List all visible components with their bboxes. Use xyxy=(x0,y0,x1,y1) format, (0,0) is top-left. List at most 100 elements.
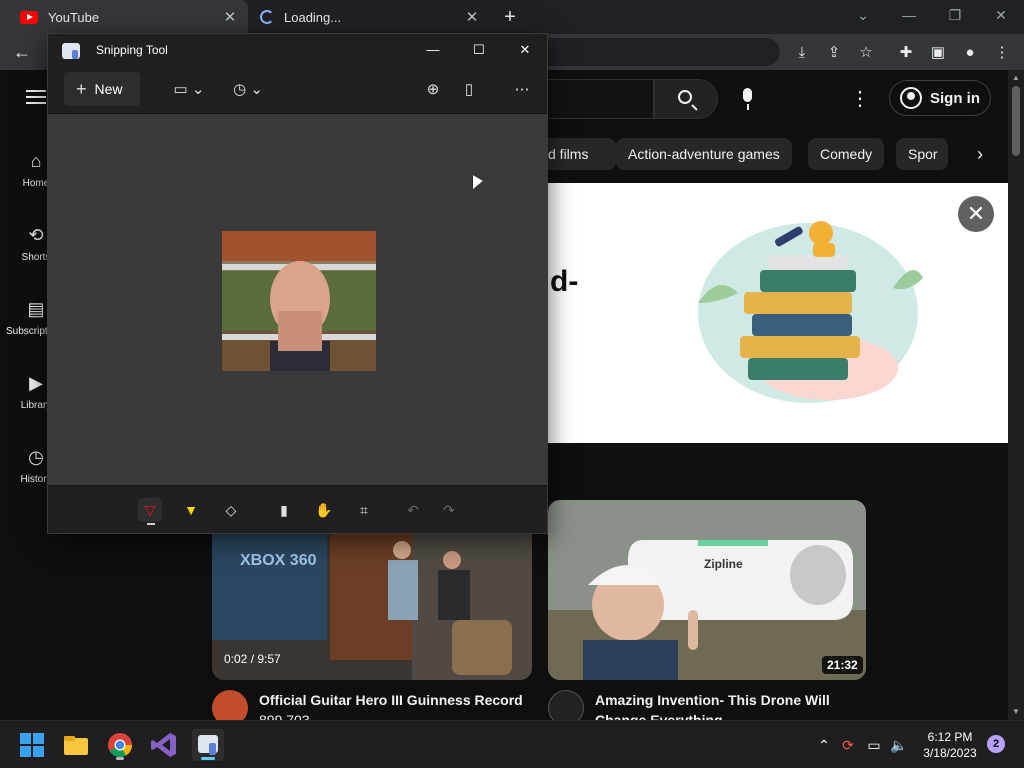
video-title[interactable]: Official Guitar Hero III Guinness Record xyxy=(259,690,523,710)
visual-studio-icon[interactable] xyxy=(148,729,180,761)
captured-snip-image xyxy=(222,231,376,371)
new-tab-button[interactable]: + xyxy=(497,4,523,30)
minimize-icon[interactable]: — xyxy=(886,0,932,30)
snipping-tool-window: Snipping Tool — ☐ ✕ + New ▭ ⌄ ◷ ⌄ ⊕ ▯ ⋯ xyxy=(47,33,548,534)
minimize-icon[interactable]: — xyxy=(410,34,456,66)
close-icon[interactable]: ✕ xyxy=(460,8,484,26)
redo-icon[interactable]: ↷ xyxy=(437,498,461,522)
youtube-logo-icon xyxy=(20,10,38,24)
duration-badge: 21:32 xyxy=(822,656,863,674)
chevron-down-icon xyxy=(147,522,155,525)
video-thumbnail-image xyxy=(548,500,866,680)
history-icon: ◷ xyxy=(28,447,44,467)
playback-time: 0:02 / 9:57 xyxy=(224,652,281,666)
chevron-up-icon[interactable]: ⌃ xyxy=(814,735,834,755)
search-button[interactable] xyxy=(654,79,718,119)
crop-icon[interactable]: ⌗ xyxy=(352,498,376,522)
snip-canvas xyxy=(48,114,547,485)
new-snip-button[interactable]: + New xyxy=(64,72,140,106)
clock-date: 3/18/2023 xyxy=(923,746,977,760)
chip-sports[interactable]: Spor xyxy=(896,138,948,170)
system-clock[interactable]: 6:12 PM 3/18/2023 xyxy=(916,729,984,761)
search-icon xyxy=(678,90,692,104)
visual-studio-logo-icon xyxy=(151,733,176,757)
clock-time: 6:12 PM xyxy=(927,730,973,744)
account-icon xyxy=(900,87,922,109)
voice-search-mic-icon[interactable] xyxy=(728,79,768,119)
snipping-tool-icon[interactable] xyxy=(192,729,224,761)
file-explorer-icon[interactable] xyxy=(60,729,92,761)
thumbnail-text: XBOX 360 xyxy=(240,552,317,569)
undo-icon[interactable]: ↶ xyxy=(401,498,425,522)
tab-loading[interactable]: Loading... ✕ xyxy=(250,0,490,34)
close-banner-button[interactable]: ✕ xyxy=(958,196,994,232)
loading-spinner-icon xyxy=(260,10,274,24)
video-meta: Change Everything xyxy=(595,712,723,720)
ballpoint-pen-icon[interactable]: ▽ xyxy=(138,498,162,522)
chip-action-adventure-games[interactable]: Action-adventure games xyxy=(616,138,792,170)
display-icon[interactable]: ▭ xyxy=(864,735,884,755)
guide-menu-icon[interactable] xyxy=(26,90,46,104)
copy-icon[interactable]: ▯ xyxy=(457,77,481,103)
address-bar[interactable] xyxy=(540,38,780,66)
books-illustration xyxy=(698,221,923,403)
ruler-icon[interactable]: ▮ xyxy=(272,498,296,522)
delay-timer-icon[interactable]: ◷ ⌄ xyxy=(228,77,268,103)
close-window-icon[interactable]: ✕ xyxy=(502,34,548,66)
sign-in-button[interactable]: Sign in xyxy=(889,80,991,116)
browser-tab-bar: YouTube ✕ Loading... ✕ + ⌄ — ❐ ✕ xyxy=(0,0,1024,34)
shorts-icon: ⟲ xyxy=(28,225,44,245)
home-icon: ⌂ xyxy=(30,151,42,171)
zoom-icon[interactable]: ⊕ xyxy=(421,77,445,103)
volume-icon[interactable]: 🔈 xyxy=(889,735,909,755)
snip-mode-icon[interactable]: ▭ ⌄ xyxy=(170,77,208,103)
chrome-icon[interactable] xyxy=(104,729,136,761)
subscriptions-icon: ▤ xyxy=(27,299,45,319)
chevron-right-icon[interactable]: › xyxy=(966,140,994,168)
chrome-menu-icon[interactable]: ⋮ xyxy=(991,42,1013,64)
tab-youtube[interactable]: YouTube ✕ xyxy=(0,0,248,34)
windows-logo-icon xyxy=(20,733,44,757)
folder-icon xyxy=(64,736,88,755)
extensions-puzzle-icon[interactable]: ✚ xyxy=(895,42,917,64)
tab-label: YouTube xyxy=(48,9,100,25)
touch-writing-icon[interactable]: ✋ xyxy=(312,498,336,522)
side-panel-icon[interactable]: ▣ xyxy=(927,42,949,64)
scrollbar-thumb[interactable] xyxy=(1012,86,1020,156)
settings-menu-icon[interactable]: ⋮ xyxy=(848,84,872,114)
plus-icon: + xyxy=(76,78,87,99)
sign-in-label: Sign in xyxy=(930,89,980,107)
desktop: YouTube ✕ Loading... ✕ + ⌄ — ❐ ✕ ← ⤓ ⇪ ☆… xyxy=(0,0,1024,768)
thumbnail-text: Zipline xyxy=(704,557,743,571)
windows-start-icon[interactable] xyxy=(16,729,48,761)
snipping-tool-titlebar[interactable]: Snipping Tool — ☐ ✕ xyxy=(48,34,547,66)
share-icon[interactable]: ⇪ xyxy=(823,42,845,64)
install-app-icon[interactable]: ⤓ xyxy=(791,42,813,64)
restore-icon[interactable]: ❐ xyxy=(932,0,978,30)
scroll-up-icon[interactable]: ▲ xyxy=(1008,70,1024,86)
notification-badge[interactable]: 2 xyxy=(987,735,1005,753)
close-icon[interactable]: ✕ xyxy=(218,8,242,26)
video-meta: 899,703 xyxy=(259,712,310,720)
highlighter-icon[interactable]: ▼ xyxy=(179,498,203,522)
snipping-toolbar: + New ▭ ⌄ ◷ ⌄ ⊕ ▯ ⋯ xyxy=(48,66,547,114)
sync-error-icon[interactable]: ⟳ xyxy=(838,735,858,755)
eraser-icon[interactable]: ◇ xyxy=(219,498,243,522)
snipping-tool-app-icon xyxy=(62,43,80,59)
scroll-down-icon[interactable]: ▼ xyxy=(1008,704,1024,720)
video-title[interactable]: Amazing Invention- This Drone Will xyxy=(595,690,830,710)
maximize-icon[interactable]: ☐ xyxy=(456,34,502,66)
chip-comedy[interactable]: Comedy xyxy=(808,138,885,170)
profile-icon[interactable]: ● xyxy=(959,42,981,64)
search-input[interactable] xyxy=(548,79,654,119)
page-scrollbar[interactable]: ▲ ▼ xyxy=(1008,70,1024,720)
active-indicator xyxy=(201,757,215,760)
guide-label: Home xyxy=(22,178,50,189)
more-options-icon[interactable]: ⋯ xyxy=(509,77,535,103)
chevron-down-icon[interactable]: ⌄ xyxy=(840,0,886,30)
close-window-icon[interactable]: ✕ xyxy=(978,0,1024,30)
bookmark-star-icon[interactable]: ☆ xyxy=(855,42,877,64)
chip-films[interactable]: d films xyxy=(540,138,616,170)
video-thumbnail-zipline[interactable]: Zipline 21:32 xyxy=(548,500,866,680)
back-arrow-icon[interactable]: ← xyxy=(10,40,34,64)
